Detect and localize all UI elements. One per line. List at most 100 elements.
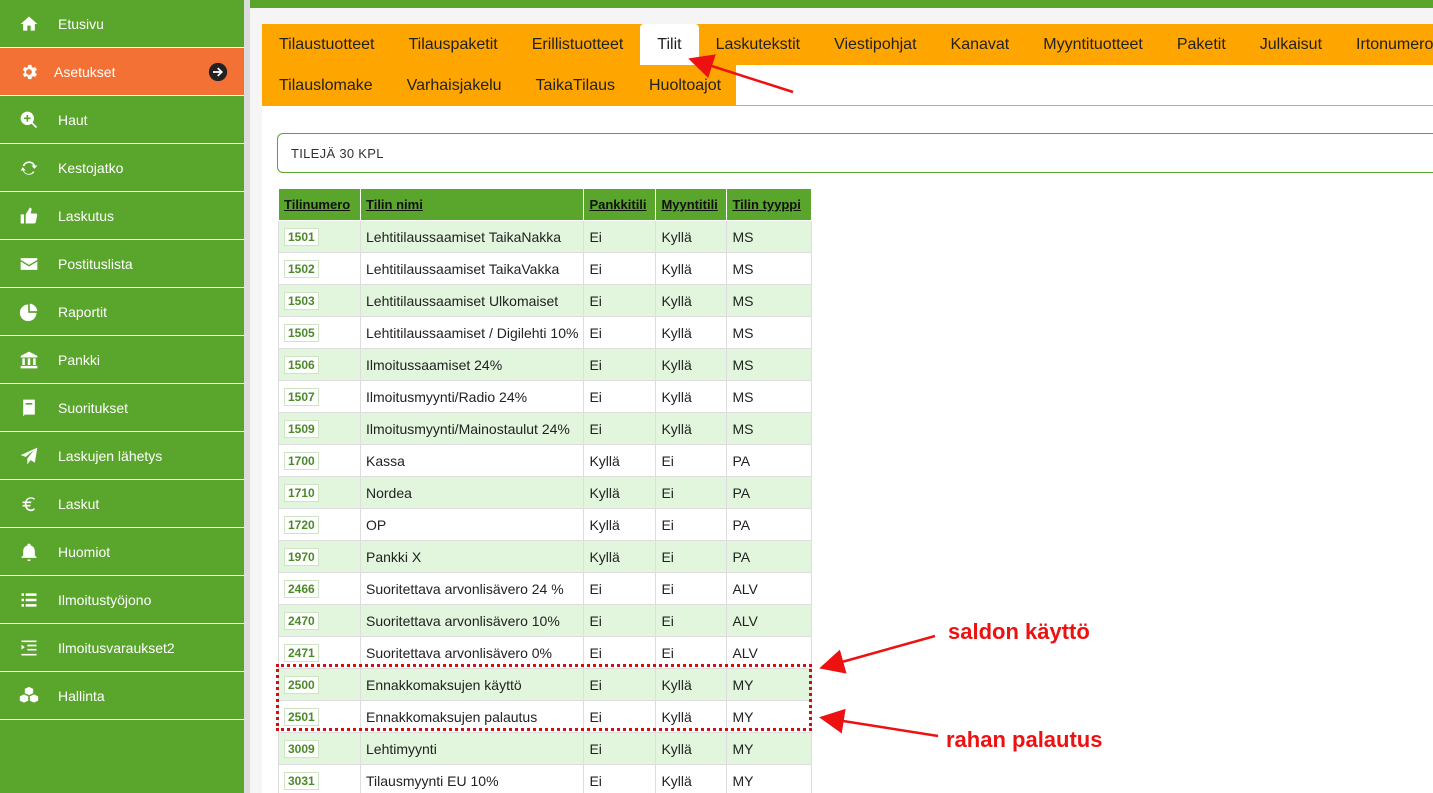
cell-bank-account: Ei	[583, 380, 657, 413]
table-row: 1509 Ilmoitusmyynti/Mainostaulut 24% Ei Kyl…	[278, 412, 813, 445]
tab-taikatilaus[interactable]: TaikaTilaus	[519, 65, 632, 106]
cell-sales-account: Kyllä	[655, 220, 728, 253]
sidebar-item-pankki[interactable]: Pankki	[0, 336, 244, 384]
tab-tilaustuotteet[interactable]: Tilaustuotteet	[262, 24, 391, 65]
cell-account-number: 1506	[278, 348, 361, 381]
app-window: Etusivu Asetukset Haut Kestojatko Laskutus Po…	[0, 0, 1433, 793]
sidebar-item-ilmoitusvaraukset2[interactable]: Ilmoitusvaraukset2	[0, 624, 244, 672]
account-number-button[interactable]: 2470	[284, 611, 319, 630]
account-number-button[interactable]: 1503	[284, 291, 319, 310]
indent-list-icon	[18, 637, 40, 659]
cell-account-type: ALV	[726, 636, 813, 669]
tab-laskutekstit[interactable]: Laskutekstit	[699, 24, 817, 65]
column-header-tilin-nimi[interactable]: Tilin nimi	[359, 188, 585, 221]
sidebar-item-postituslista[interactable]: Postituslista	[0, 240, 244, 288]
sidebar-item-etusivu[interactable]: Etusivu	[0, 0, 244, 48]
account-number-button[interactable]: 3031	[284, 771, 319, 790]
tab-erillistuotteet[interactable]: Erillistuotteet	[515, 24, 641, 65]
cell-account-name: Ennakkomaksujen palautus	[359, 700, 585, 733]
account-number-button[interactable]: 1505	[284, 323, 319, 342]
cell-sales-account: Ei	[655, 604, 728, 637]
tab-irtonumero[interactable]: Irtonumero	[1339, 24, 1433, 65]
sidebar-item-haut[interactable]: Haut	[0, 96, 244, 144]
account-number-button[interactable]: 1507	[284, 387, 319, 406]
tab-tilauslomake[interactable]: Tilauslomake	[262, 65, 390, 106]
cell-account-number: 2500	[278, 668, 361, 701]
cell-bank-account: Ei	[583, 220, 657, 253]
cell-account-type: MY	[726, 668, 813, 701]
column-header-myyntitili[interactable]: Myyntitili	[655, 188, 728, 221]
account-number-button[interactable]: 3009	[284, 739, 319, 758]
tab-kanavat[interactable]: Kanavat	[934, 24, 1027, 65]
sidebar-item-ilmoitustyojono[interactable]: Ilmoitustyöjono	[0, 576, 244, 624]
sidebar-item-label: Haut	[58, 111, 88, 128]
tab-paketit[interactable]: Paketit	[1160, 24, 1243, 65]
account-number-button[interactable]: 1710	[284, 483, 319, 502]
sidebar-item-kestojatko[interactable]: Kestojatko	[0, 144, 244, 192]
account-number-button[interactable]: 1502	[284, 259, 319, 278]
annotation-rahan-palautus: rahan palautus	[946, 727, 1103, 752]
account-number-button[interactable]: 1700	[284, 451, 319, 470]
sidebar-item-laskutus[interactable]: Laskutus	[0, 192, 244, 240]
cell-account-number: 1710	[278, 476, 361, 509]
cell-account-name: Suoritettava arvonlisävero 10%	[359, 604, 585, 637]
cell-account-name: Suoritettava arvonlisävero 24 %	[359, 572, 585, 605]
arrow-circle-right-icon[interactable]	[208, 62, 228, 82]
cell-sales-account: Ei	[655, 444, 728, 477]
tab-varhaisjakelu[interactable]: Varhaisjakelu	[390, 65, 519, 106]
account-number-button[interactable]: 1970	[284, 547, 319, 566]
table-row: 1710 Nordea Kyllä Ei PA	[278, 476, 813, 509]
cell-sales-account: Kyllä	[655, 348, 728, 381]
sidebar-item-suoritukset[interactable]: Suoritukset	[0, 384, 244, 432]
account-number-button[interactable]: 2466	[284, 579, 319, 598]
home-icon	[18, 13, 40, 35]
tab-julkaisut[interactable]: Julkaisut	[1243, 24, 1339, 65]
account-number-button[interactable]: 2500	[284, 675, 319, 694]
cell-bank-account: Ei	[583, 700, 657, 733]
account-number-button[interactable]: 1501	[284, 227, 319, 246]
cell-account-name: Suoritettava arvonlisävero 0%	[359, 636, 585, 669]
cell-bank-account: Ei	[583, 348, 657, 381]
sidebar-item-raportit[interactable]: Raportit	[0, 288, 244, 336]
tab-myyntituotteet[interactable]: Myyntituotteet	[1026, 24, 1160, 65]
cell-bank-account: Ei	[583, 604, 657, 637]
tab-viestipohjat[interactable]: Viestipohjat	[817, 24, 933, 65]
cell-account-number: 1720	[278, 508, 361, 541]
search-plus-icon	[18, 109, 40, 131]
sidebar-item-hallinta[interactable]: Hallinta	[0, 672, 244, 720]
table-row: 3009 Lehtimyynti Ei Kyllä MY	[278, 732, 813, 765]
main-area: Tilaustuotteet Tilauspaketit Erillistuotte…	[250, 8, 1433, 793]
cell-account-number: 1502	[278, 252, 361, 285]
tab-tilit[interactable]: Tilit	[640, 24, 699, 65]
tab-row-2: Tilauslomake Varhaisjakelu TaikaTilaus Huol…	[262, 65, 736, 106]
column-header-tilinumero[interactable]: Tilinumero	[278, 188, 361, 221]
tab-huoltoajot[interactable]: Huoltoajot	[632, 65, 738, 106]
table-row: 1501 Lehtitilaussaamiset TaikaNakka Ei Kyll…	[278, 220, 813, 253]
sidebar-item-huomiot[interactable]: Huomiot	[0, 528, 244, 576]
table-row: 1700 Kassa Kyllä Ei PA	[278, 444, 813, 477]
sidebar-item-laskujen-lahetys[interactable]: Laskujen lähetys	[0, 432, 244, 480]
sidebar-item-label: Raportit	[58, 303, 108, 320]
cell-bank-account: Ei	[583, 764, 657, 793]
account-number-button[interactable]: 1720	[284, 515, 319, 534]
sidebar-item-laskut[interactable]: Laskut	[0, 480, 244, 528]
account-number-button[interactable]: 1506	[284, 355, 319, 374]
refresh-icon	[18, 157, 40, 179]
cell-account-number: 2470	[278, 604, 361, 637]
tab-tilauspaketit[interactable]: Tilauspaketit	[391, 24, 514, 65]
cell-account-type: ALV	[726, 572, 813, 605]
cell-account-type: MY	[726, 732, 813, 765]
account-number-button[interactable]: 2471	[284, 643, 319, 662]
account-number-button[interactable]: 1509	[284, 419, 319, 438]
cell-account-type: MS	[726, 380, 813, 413]
cell-account-name: Ennakkomaksujen käyttö	[359, 668, 585, 701]
cell-account-number: 2471	[278, 636, 361, 669]
sidebar: Etusivu Asetukset Haut Kestojatko Laskutus Po…	[0, 0, 244, 793]
column-header-tilin-tyyppi[interactable]: Tilin tyyppi	[726, 188, 813, 221]
sidebar-item-asetukset[interactable]: Asetukset	[0, 48, 244, 96]
thumbs-up-icon	[18, 205, 40, 227]
account-number-button[interactable]: 2501	[284, 707, 319, 726]
column-header-pankkitili[interactable]: Pankkitili	[583, 188, 657, 221]
cell-bank-account: Ei	[583, 732, 657, 765]
cell-account-type: MS	[726, 220, 813, 253]
